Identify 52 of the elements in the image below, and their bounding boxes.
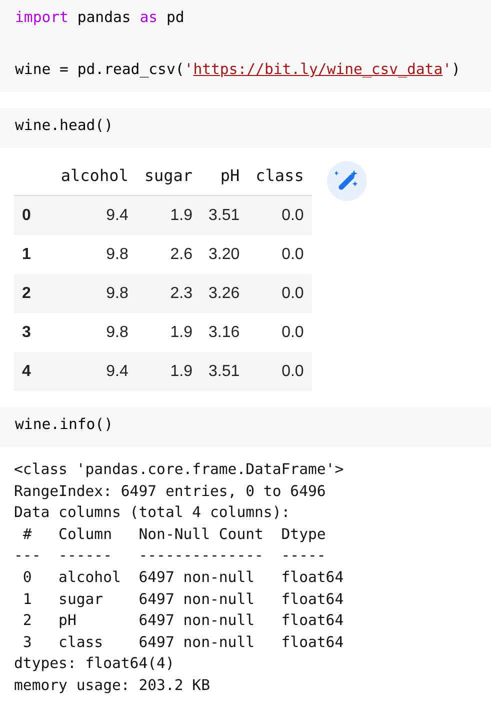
output-text-line: dtypes: float64(4)	[14, 654, 176, 674]
table-cell: 3.20	[200, 235, 248, 274]
table-cell: 3.51	[200, 352, 248, 391]
code-token: as	[140, 9, 158, 26]
output-text-line: 1 sugar 6497 non-null float64	[22, 590, 345, 610]
row-index: 3	[14, 313, 53, 352]
code-token: pandas	[76, 9, 132, 26]
table-cell: 0.0	[248, 313, 312, 352]
table-cell: 0.0	[248, 352, 312, 391]
table-cell: 3.26	[200, 274, 248, 313]
row-index: 0	[14, 196, 53, 235]
code-cell[interactable]: wine.head()	[0, 108, 491, 148]
table-cell: 1.9	[136, 313, 201, 352]
output-text-line: # Column Non-Null Count Dtype	[22, 524, 327, 545]
table-cell: 2.3	[136, 274, 201, 313]
output-text-line: memory usage: 203.2 KB	[14, 676, 211, 696]
output-text-line: <class 'pandas.core.frame.DataFrame'>	[14, 460, 345, 480]
table-cell: 2.6	[136, 235, 201, 274]
table-cell: 1.9	[136, 352, 201, 391]
row-index: 4	[14, 352, 53, 391]
table-cell: 9.8	[52, 274, 136, 313]
code-token: '	[184, 61, 194, 78]
output-text-line: RangeIndex: 6497 entries, 0 to 6496	[14, 482, 327, 502]
table-cell: 0.0	[248, 235, 312, 274]
code-cell[interactable]: import pandas as pd wine = pd.read_csv('https://bit.ly/wine_csv_data')	[0, 0, 491, 92]
table-cell: 9.4	[52, 196, 136, 235]
output-text-line: --- ------ -------------- -----	[14, 546, 327, 566]
table-cell: 9.8	[52, 235, 136, 274]
code-token: wine = pd.read_csv(	[15, 61, 184, 78]
magic-wand-icon	[334, 169, 359, 193]
table-cell: 3.16	[200, 313, 248, 352]
code-token: wine.head()	[15, 117, 113, 134]
code-token: wine.info()	[15, 416, 113, 433]
code-token: pd	[165, 9, 184, 26]
output-text-line: 2 pH 6497 non-null float64	[22, 611, 345, 632]
output-text-line: Data columns (total 4 columns):	[14, 503, 292, 524]
output-text-line: 3 class 6497 non-null float64	[22, 632, 345, 653]
code-cell[interactable]: wine.info()	[0, 407, 491, 447]
code-token: import	[15, 9, 68, 26]
row-index: 2	[14, 274, 53, 313]
code-token: )	[452, 61, 460, 78]
table-cell: 0.0	[248, 196, 312, 235]
magic-wand-button[interactable]	[326, 161, 367, 201]
code-token: '	[442, 61, 452, 78]
table-cell: 9.8	[52, 313, 136, 352]
code-token: https://bit.ly/wine_csv_data	[193, 61, 443, 78]
output-text-line: 0 alcohol 6497 non-null float64	[22, 568, 345, 588]
row-index: 1	[14, 235, 53, 274]
table-cell: 9.4	[52, 352, 136, 391]
table-cell: 0.0	[248, 274, 312, 313]
table-cell: 3.51	[200, 196, 248, 235]
table-cell: 1.9	[136, 196, 201, 235]
